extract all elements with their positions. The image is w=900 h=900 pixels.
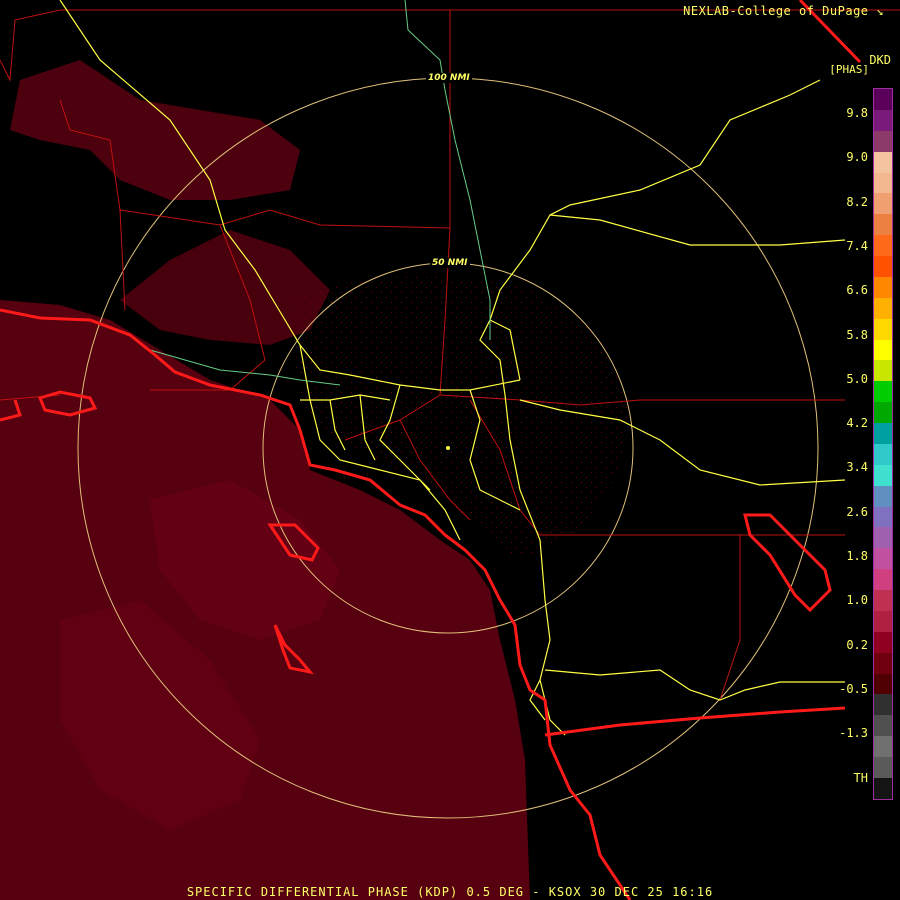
legend-swatch xyxy=(874,569,892,590)
range-ring-label-100: 100 NMI xyxy=(426,73,472,83)
radar-map[interactable] xyxy=(0,0,900,900)
legend-swatch xyxy=(874,736,892,757)
legend-tick-label: 9.0 xyxy=(846,150,868,165)
arrow-corner-icon: ↘ xyxy=(876,4,884,18)
legend-tick-label: 2.6 xyxy=(846,504,868,519)
legend-swatch xyxy=(874,423,892,444)
legend-swatch xyxy=(874,318,892,340)
legend-swatch xyxy=(874,130,892,152)
legend-swatch xyxy=(874,757,892,778)
legend-tick-label: 3.4 xyxy=(846,460,868,475)
legend-tick-label: 4.2 xyxy=(846,416,868,431)
legend-tick-label: 6.6 xyxy=(846,283,868,298)
legend-swatch xyxy=(874,256,892,277)
legend-swatch xyxy=(874,715,892,737)
color-legend-bar xyxy=(873,88,893,800)
legend-swatch xyxy=(874,402,892,423)
legend-swatch xyxy=(874,610,892,632)
legend-tick-label: 1.8 xyxy=(846,549,868,563)
legend-swatch xyxy=(874,548,892,570)
legend-swatch xyxy=(874,381,892,403)
legend-swatch xyxy=(874,443,892,465)
legend-tick-label: 7.4 xyxy=(846,238,868,253)
range-ring-label-50: 50 NMI xyxy=(430,258,470,268)
legend-swatch xyxy=(874,360,892,382)
legend-swatch xyxy=(874,339,892,361)
legend-tick-label: 9.8 xyxy=(846,106,868,120)
legend-swatch xyxy=(874,673,892,695)
legend-swatch xyxy=(874,464,892,486)
legend-swatch xyxy=(874,235,892,256)
product-footer: SPECIFIC DIFFERENTIAL PHASE (KDP) 0.5 DE… xyxy=(186,885,714,899)
legend-swatch xyxy=(874,151,892,173)
legend-swatch xyxy=(874,777,892,799)
legend-swatch xyxy=(874,276,892,298)
legend-tick-label: TH xyxy=(853,770,868,785)
product-code: DKD xyxy=(869,53,891,67)
legend-swatch xyxy=(874,527,892,549)
legend-swatch xyxy=(874,193,892,215)
legend-swatch xyxy=(874,214,892,236)
credit-label: NEXLAB-College of DuPage ↘ xyxy=(683,4,884,18)
radar-site-marker xyxy=(446,446,450,450)
legend-tick-label: -1.3 xyxy=(839,726,868,741)
echo-region xyxy=(0,60,630,900)
product-units: [PHAS] xyxy=(829,63,869,76)
legend-swatch xyxy=(874,590,892,611)
legend-tick-label: 1.0 xyxy=(846,593,868,608)
legend-swatch xyxy=(874,652,892,674)
legend-swatch xyxy=(874,297,892,319)
legend-tick-label: 5.8 xyxy=(846,327,868,342)
legend-tick-label: 8.2 xyxy=(846,194,868,209)
legend-tick-label: 5.0 xyxy=(846,371,868,386)
legend-swatch xyxy=(874,485,892,507)
legend-swatch xyxy=(874,89,892,110)
legend-swatch xyxy=(874,506,892,528)
radar-viewer: NEXLAB-College of DuPage ↘ DKD [PHAS] 10… xyxy=(0,0,900,900)
legend-swatch xyxy=(874,694,892,716)
legend-swatch xyxy=(874,172,892,194)
legend-tick-label: -0.5 xyxy=(839,681,868,696)
legend-tick-label: 0.2 xyxy=(846,637,868,652)
legend-swatch xyxy=(874,631,892,653)
legend-swatch xyxy=(874,109,892,131)
